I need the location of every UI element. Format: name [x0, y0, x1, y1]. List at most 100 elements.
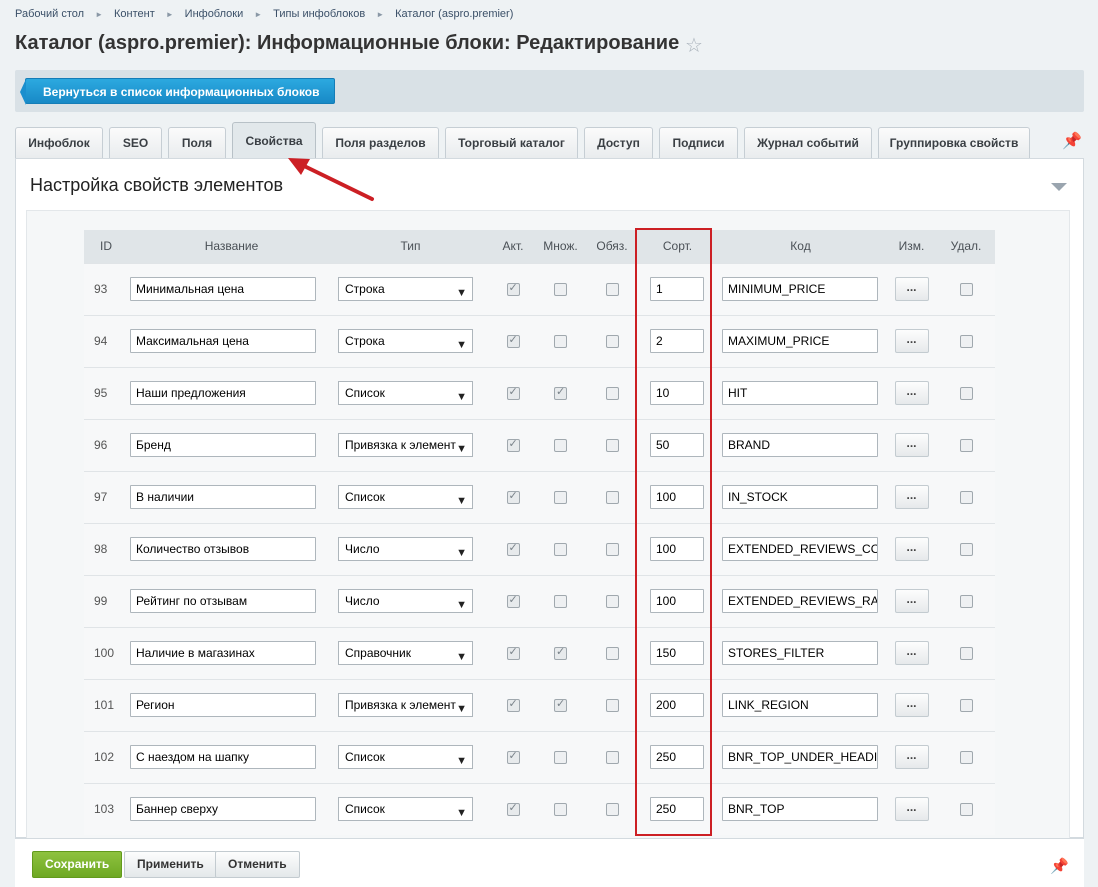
required-checkbox[interactable]: [605, 387, 619, 401]
multiple-checkbox[interactable]: [554, 385, 567, 401]
delete-checkbox[interactable]: [959, 699, 973, 713]
breadcrumb-item-iblock-types[interactable]: Типы инфоблоков: [273, 8, 365, 20]
edit-property-button[interactable]: ...: [894, 329, 929, 353]
pin-icon[interactable]: 📌: [1062, 131, 1082, 151]
multiple-checkbox[interactable]: [554, 697, 567, 713]
edit-property-button[interactable]: ...: [894, 693, 929, 717]
sort-input[interactable]: 250: [650, 745, 704, 769]
property-code-input[interactable]: EXTENDED_REVIEWS_RA: [722, 589, 878, 613]
save-button[interactable]: Сохранить: [32, 851, 123, 878]
property-type-select[interactable]: Привязка к элемент ▼: [338, 693, 473, 717]
property-type-select[interactable]: Список ▼: [338, 485, 473, 509]
required-checkbox[interactable]: [605, 439, 619, 453]
property-code-input[interactable]: IN_STOCK: [722, 485, 878, 509]
edit-property-button[interactable]: ...: [894, 589, 929, 613]
property-code-input[interactable]: MAXIMUM_PRICE: [722, 329, 878, 353]
sort-input[interactable]: 100: [650, 589, 704, 613]
property-name-input[interactable]: В наличии: [130, 485, 316, 509]
active-checkbox[interactable]: [506, 697, 520, 713]
active-checkbox[interactable]: [506, 281, 520, 297]
active-checkbox[interactable]: [506, 801, 520, 817]
delete-checkbox[interactable]: [959, 543, 973, 557]
cancel-button[interactable]: Отменить: [215, 851, 300, 878]
breadcrumb-item-desktop[interactable]: Рабочий стол: [15, 8, 84, 20]
property-name-input[interactable]: Минимальная цена: [130, 277, 316, 301]
sort-input[interactable]: 2: [650, 329, 704, 353]
multiple-checkbox[interactable]: [554, 803, 567, 817]
required-checkbox[interactable]: [605, 803, 619, 817]
multiple-checkbox[interactable]: [554, 283, 567, 297]
required-checkbox[interactable]: [605, 335, 619, 349]
property-type-select[interactable]: Справочник ▼: [338, 641, 473, 665]
property-type-select[interactable]: Строка ▼: [338, 277, 473, 301]
property-type-select[interactable]: Число ▼: [338, 589, 473, 613]
edit-property-button[interactable]: ...: [894, 537, 929, 561]
property-type-select[interactable]: Список ▼: [338, 745, 473, 769]
pin-icon[interactable]: 📌: [1050, 857, 1069, 875]
required-checkbox[interactable]: [605, 751, 619, 765]
sort-input[interactable]: 100: [650, 485, 704, 509]
property-code-input[interactable]: LINK_REGION: [722, 693, 878, 717]
property-name-input[interactable]: Наши предложения: [130, 381, 316, 405]
property-code-input[interactable]: STORES_FILTER: [722, 641, 878, 665]
tab-access[interactable]: Доступ: [584, 127, 653, 158]
multiple-checkbox[interactable]: [554, 543, 567, 557]
property-name-input[interactable]: Бренд: [130, 433, 316, 457]
edit-property-button[interactable]: ...: [894, 433, 929, 457]
sort-input[interactable]: 150: [650, 641, 704, 665]
delete-checkbox[interactable]: [959, 647, 973, 661]
property-code-input[interactable]: BRAND: [722, 433, 878, 457]
active-checkbox[interactable]: [506, 749, 520, 765]
property-code-input[interactable]: EXTENDED_REVIEWS_CO: [722, 537, 878, 561]
tab-captions[interactable]: Подписи: [659, 127, 738, 158]
breadcrumb-item-content[interactable]: Контент: [114, 8, 155, 20]
sort-input[interactable]: 100: [650, 537, 704, 561]
property-code-input[interactable]: BNR_TOP: [722, 797, 878, 822]
property-name-input[interactable]: Регион: [130, 693, 316, 717]
required-checkbox[interactable]: [605, 647, 619, 661]
property-name-input[interactable]: С наездом на шапку: [130, 745, 316, 769]
active-checkbox[interactable]: [506, 541, 520, 557]
tab-fields[interactable]: Поля: [168, 127, 226, 158]
property-name-input[interactable]: Количество отзывов: [130, 537, 316, 561]
collapse-icon[interactable]: [1051, 183, 1067, 191]
delete-checkbox[interactable]: [959, 335, 973, 349]
sort-input[interactable]: 10: [650, 381, 704, 405]
active-checkbox[interactable]: [506, 385, 520, 401]
required-checkbox[interactable]: [605, 595, 619, 609]
sort-input[interactable]: 250: [650, 797, 704, 822]
delete-checkbox[interactable]: [959, 283, 973, 297]
property-type-select[interactable]: Список ▼: [338, 381, 473, 405]
edit-property-button[interactable]: ...: [894, 485, 929, 509]
required-checkbox[interactable]: [605, 699, 619, 713]
tab-seo[interactable]: SEO: [109, 127, 162, 158]
sort-input[interactable]: 50: [650, 433, 704, 457]
property-name-input[interactable]: Максимальная цена: [130, 329, 316, 353]
multiple-checkbox[interactable]: [554, 335, 567, 349]
required-checkbox[interactable]: [605, 491, 619, 505]
property-name-input[interactable]: Баннер сверху: [130, 797, 316, 822]
property-code-input[interactable]: MINIMUM_PRICE: [722, 277, 878, 301]
delete-checkbox[interactable]: [959, 803, 973, 817]
edit-property-button[interactable]: ...: [894, 745, 929, 769]
multiple-checkbox[interactable]: [554, 751, 567, 765]
property-type-select[interactable]: Список ▼: [338, 797, 473, 822]
star-icon[interactable]: ☆: [685, 36, 703, 56]
delete-checkbox[interactable]: [959, 595, 973, 609]
delete-checkbox[interactable]: [959, 387, 973, 401]
active-checkbox[interactable]: [506, 333, 520, 349]
multiple-checkbox[interactable]: [554, 645, 567, 661]
edit-property-button[interactable]: ...: [894, 277, 929, 301]
delete-checkbox[interactable]: [959, 439, 973, 453]
property-code-input[interactable]: BNR_TOP_UNDER_HEADI: [722, 745, 878, 769]
active-checkbox[interactable]: [506, 437, 520, 453]
active-checkbox[interactable]: [506, 593, 520, 609]
sort-input[interactable]: 200: [650, 693, 704, 717]
tab-property-groups[interactable]: Группировка свойств: [878, 127, 1030, 158]
breadcrumb-item-iblocks[interactable]: Инфоблоки: [185, 8, 244, 20]
back-to-list-button[interactable]: Вернуться в список информационных блоков: [20, 78, 335, 105]
breadcrumb-item-catalog[interactable]: Каталог (aspro.premier): [395, 8, 513, 20]
property-type-select[interactable]: Строка ▼: [338, 329, 473, 353]
delete-checkbox[interactable]: [959, 491, 973, 505]
sort-input[interactable]: 1: [650, 277, 704, 301]
